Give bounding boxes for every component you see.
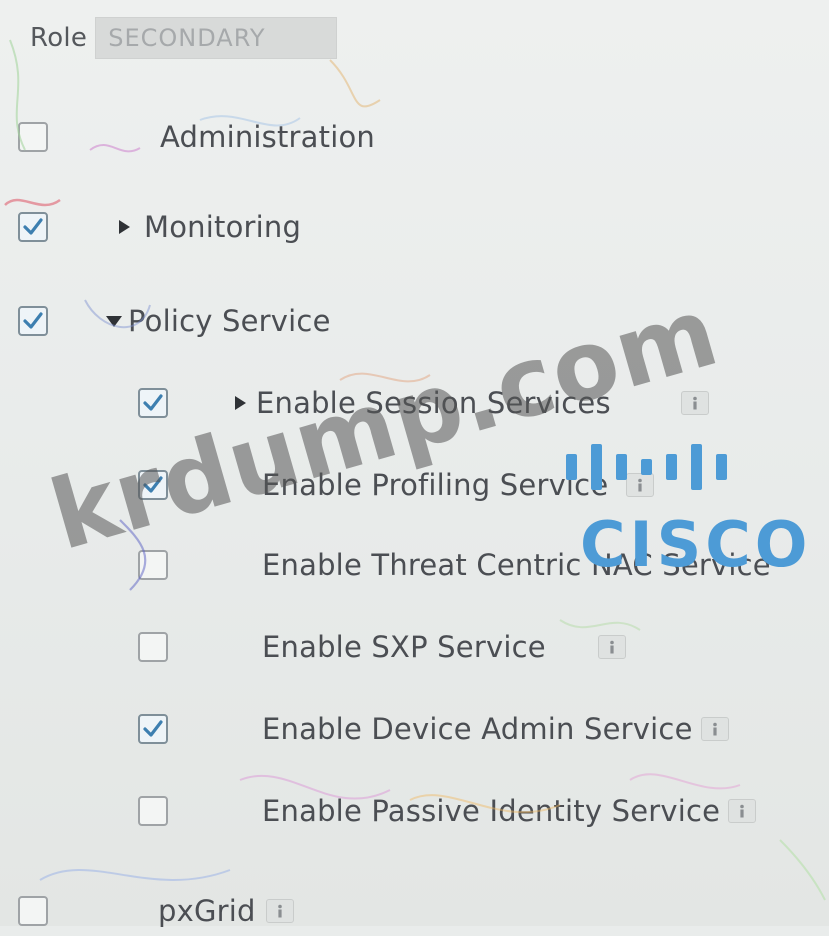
role-label: Role [30, 23, 88, 53]
role-value-field: SECONDARY [95, 17, 338, 59]
info-icon[interactable] [265, 899, 294, 923]
session-services-row[interactable]: Enable Session Services [138, 378, 709, 428]
administration-label: Administration [160, 120, 376, 154]
expand-right-arrow-icon[interactable] [112, 215, 136, 239]
passive-identity-service-checkbox[interactable] [138, 796, 168, 826]
device-admin-service-row[interactable]: Enable Device Admin Service [138, 704, 729, 754]
checkmark-icon [23, 312, 43, 329]
checkmark-icon [143, 476, 163, 493]
info-icon[interactable] [680, 391, 709, 415]
policy-service-checkbox[interactable] [18, 306, 48, 336]
monitoring-label: Monitoring [144, 210, 302, 244]
sxp-service-label: Enable SXP Service [262, 630, 546, 664]
device-admin-service-checkbox[interactable] [138, 714, 168, 744]
checkmark-icon [143, 394, 163, 411]
info-icon[interactable] [597, 635, 626, 659]
session-services-label: Enable Session Services [256, 386, 611, 420]
threat-centric-nac-row[interactable]: Enable Threat Centric NAC Service [138, 540, 771, 590]
monitoring-checkbox[interactable] [18, 212, 48, 242]
persona-monitoring-row[interactable]: Monitoring [18, 202, 301, 252]
device-admin-service-label: Enable Device Admin Service [262, 712, 693, 746]
persona-policy-service-row[interactable]: Policy Service [18, 296, 331, 346]
persona-pxgrid-row[interactable]: pxGrid [18, 886, 294, 936]
session-services-checkbox[interactable] [138, 388, 168, 418]
threat-centric-nac-label: Enable Threat Centric NAC Service [262, 548, 771, 582]
sxp-service-checkbox[interactable] [138, 632, 168, 662]
expand-right-arrow-icon[interactable] [228, 391, 252, 415]
checkmark-icon [23, 218, 43, 235]
pxgrid-label: pxGrid [158, 894, 256, 928]
profiling-service-label: Enable Profiling Service [262, 468, 609, 502]
info-icon[interactable] [700, 717, 729, 741]
policy-service-label: Policy Service [128, 304, 331, 338]
ise-node-settings-panel: Role SECONDARY Administration Monitoring… [0, 0, 829, 928]
passive-identity-service-label: Enable Passive Identity Service [262, 794, 721, 828]
checkmark-icon [143, 720, 163, 737]
persona-administration-row[interactable]: Administration [18, 112, 375, 162]
sxp-service-row[interactable]: Enable SXP Service [138, 622, 626, 672]
collapse-down-arrow-icon[interactable] [102, 309, 126, 333]
profiling-service-checkbox[interactable] [138, 470, 168, 500]
info-icon[interactable] [728, 799, 757, 823]
threat-centric-nac-checkbox[interactable] [138, 550, 168, 580]
role-row: Role SECONDARY [30, 14, 338, 62]
passive-identity-service-row[interactable]: Enable Passive Identity Service [138, 786, 757, 836]
profiling-service-row[interactable]: Enable Profiling Service [138, 460, 655, 510]
administration-checkbox[interactable] [18, 122, 48, 152]
info-icon[interactable] [626, 473, 655, 497]
pxgrid-checkbox[interactable] [18, 896, 48, 926]
